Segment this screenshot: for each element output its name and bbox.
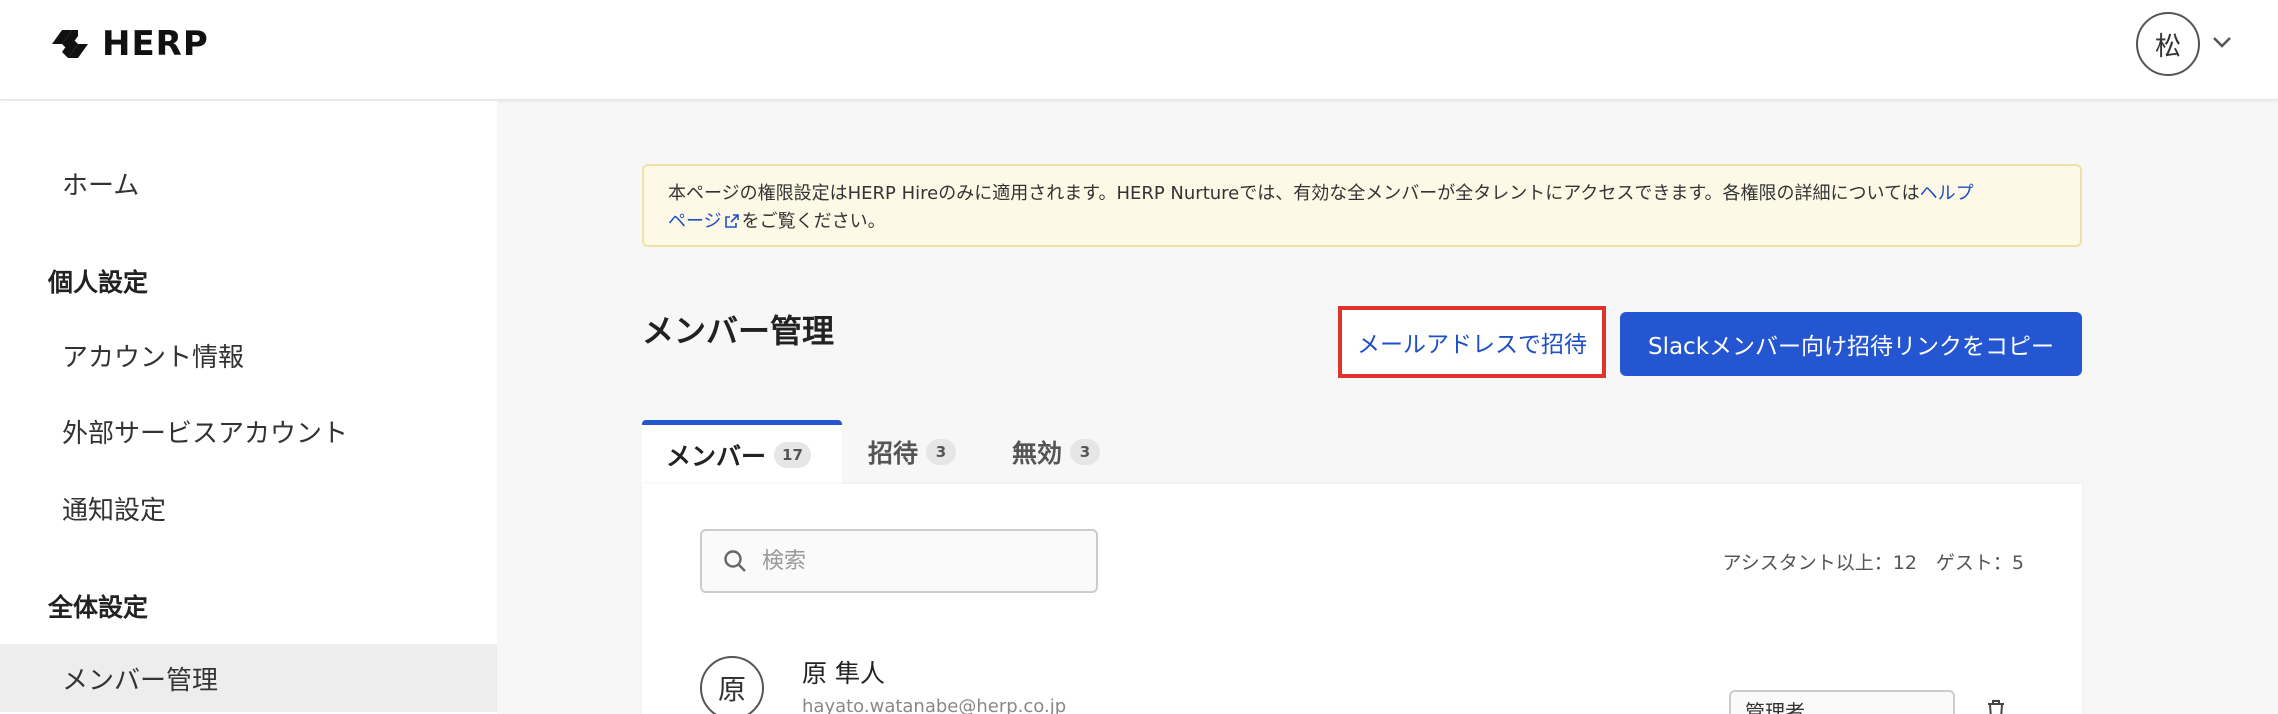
tab-invitations[interactable]: 招待 3 [868,420,957,484]
help-link-text: ページ [668,211,722,232]
tab-label: 招待 [868,439,919,468]
sidebar-item-notifications[interactable]: 通知設定 [0,474,497,542]
members-panel: アシスタント以上：12 ゲスト：5 原 原 隼人 hayato.watanabe… [642,484,2082,714]
notice-banner: 本ページの権限設定はHERP Hireのみに適用されます。HERP Nurtur… [642,164,2082,247]
sidebar-item-account-info[interactable]: アカウント情報 [0,321,497,389]
tab-count-badge: 3 [926,439,957,465]
search-icon [724,550,746,572]
member-counts: アシスタント以上：12 ゲスト：5 [1722,552,2024,574]
role-select[interactable]: 管理者 [1729,690,1955,714]
sidebar-item-member-management[interactable]: メンバー管理 [0,644,497,712]
tab-count-badge: 3 [1070,439,1101,465]
help-link[interactable]: ヘルプ [1920,183,1974,204]
sidebar-item-external-accounts[interactable]: 外部サービスアカウント [0,397,497,465]
herp-logo-icon [52,30,88,58]
member-name: 原 隼人 [802,659,885,688]
sidebar: ホーム 個人設定 アカウント情報 外部サービスアカウント 通知設定 全体設定 メ… [0,101,497,714]
sidebar-section-global: 全体設定 [48,593,149,622]
member-email: hayato.watanabe@herp.co.jp [802,696,1067,714]
external-link-icon [724,214,739,228]
notice-text: 本ページの権限設定はHERP Hireのみに適用されます。HERP Nurtur… [668,183,1920,204]
tab-disabled[interactable]: 無効 3 [1012,420,1101,484]
tab-count-badge: 17 [774,441,811,468]
page-title: メンバー管理 [642,312,835,350]
trash-icon[interactable] [1984,700,2008,714]
invite-by-email-button[interactable]: メールアドレスで招待 [1338,306,1606,378]
avatar: 原 [700,656,764,714]
logo-text: HERP [102,24,209,64]
logo[interactable]: HERP [48,24,209,64]
chevron-down-icon[interactable] [2210,30,2234,54]
search-box[interactable] [700,529,1098,593]
top-bar: HERP 松 [0,0,2278,100]
search-input[interactable] [762,548,1062,574]
tab-label: メンバー [666,441,767,471]
sidebar-section-personal: 個人設定 [48,268,149,297]
user-avatar[interactable]: 松 [2136,12,2200,76]
help-link-continued[interactable]: ページ [668,211,742,232]
sidebar-item-home[interactable]: ホーム [0,149,497,217]
notice-text-end: をご覧ください。 [741,211,886,232]
copy-slack-invite-link-button[interactable]: Slackメンバー向け招待リンクをコピー [1620,312,2082,376]
tab-members[interactable]: メンバー 17 [642,420,842,484]
tab-label: 無効 [1012,439,1063,468]
